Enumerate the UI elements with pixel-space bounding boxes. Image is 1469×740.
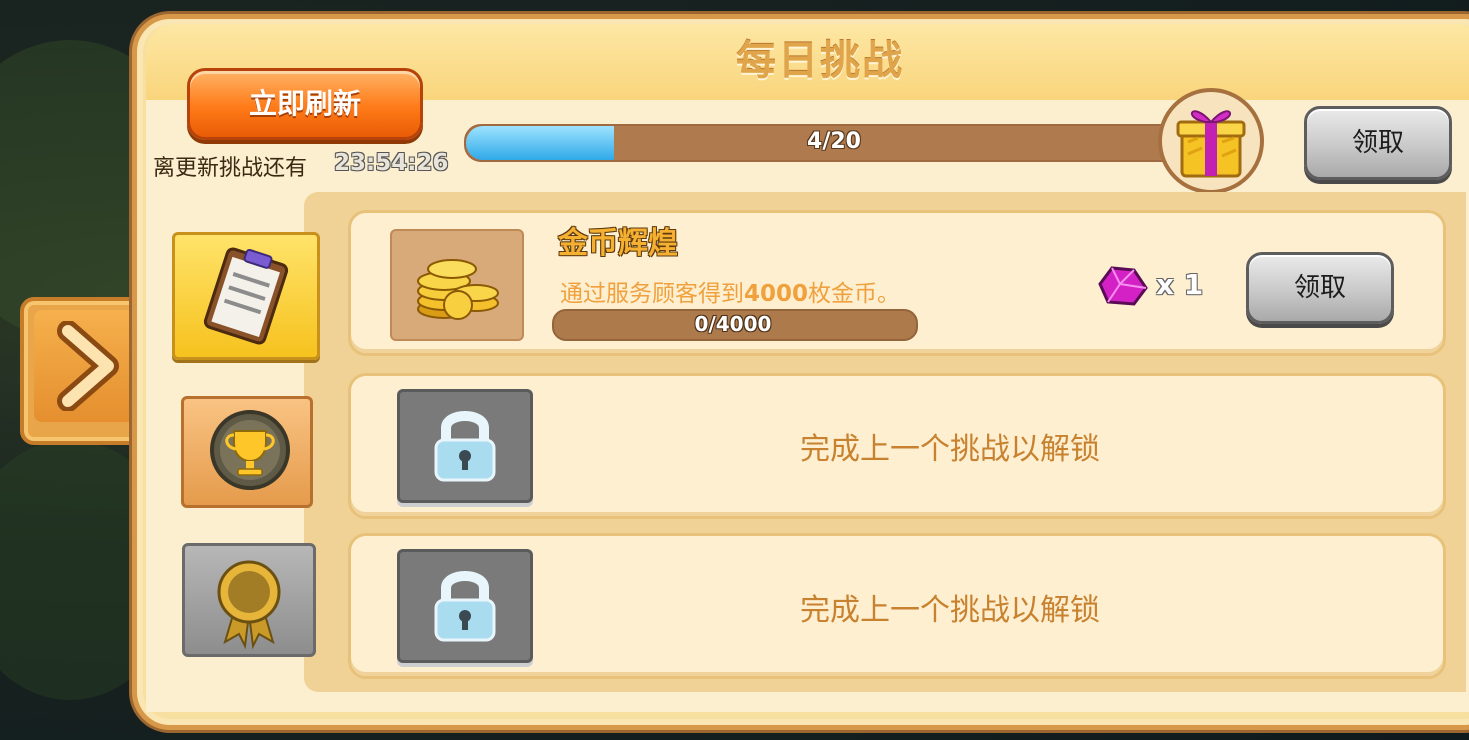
claim-total-reward-button[interactable]: 领取 [1304, 106, 1452, 180]
countdown-label: 离更新挑战还有 [153, 156, 308, 181]
gift-icon [1176, 110, 1246, 178]
tab-achievements[interactable] [181, 396, 313, 508]
lock-icon [434, 411, 496, 482]
challenge-icon [390, 229, 524, 341]
locked-icon-box [397, 389, 533, 503]
locked-challenge-text: 完成上一个挑战以解锁 [800, 432, 1100, 467]
countdown-timer: 23:54:26 [334, 150, 449, 176]
expand-arrow-button[interactable] [34, 310, 144, 422]
challenge-title: 金币辉煌 [558, 226, 678, 261]
refresh-now-button[interactable]: 立即刷新 [187, 68, 423, 140]
overall-progress-text: 4/20 [807, 129, 861, 154]
locked-icon-box [397, 549, 533, 663]
gift-box-icon[interactable] [1158, 88, 1264, 194]
challenge-description: 通过服务顾客得到4000枚金币。 [560, 281, 901, 307]
locked-challenge-text: 完成上一个挑战以解锁 [800, 593, 1100, 628]
gem-icon [1098, 266, 1148, 306]
gold-coins-icon [417, 259, 499, 320]
claim-challenge-button[interactable]: 领取 [1246, 252, 1394, 324]
tab-daily-tasks[interactable] [172, 232, 320, 360]
challenge-progress-text: 0/4000 [694, 312, 772, 336]
medal-icon [217, 560, 281, 650]
trophy-icon [210, 410, 290, 490]
tab-badges[interactable] [182, 543, 316, 657]
reward-quantity: x 1 [1156, 268, 1204, 301]
lock-icon [434, 571, 496, 642]
chevron-right-icon [57, 321, 119, 411]
clipboard-icon [203, 247, 289, 345]
